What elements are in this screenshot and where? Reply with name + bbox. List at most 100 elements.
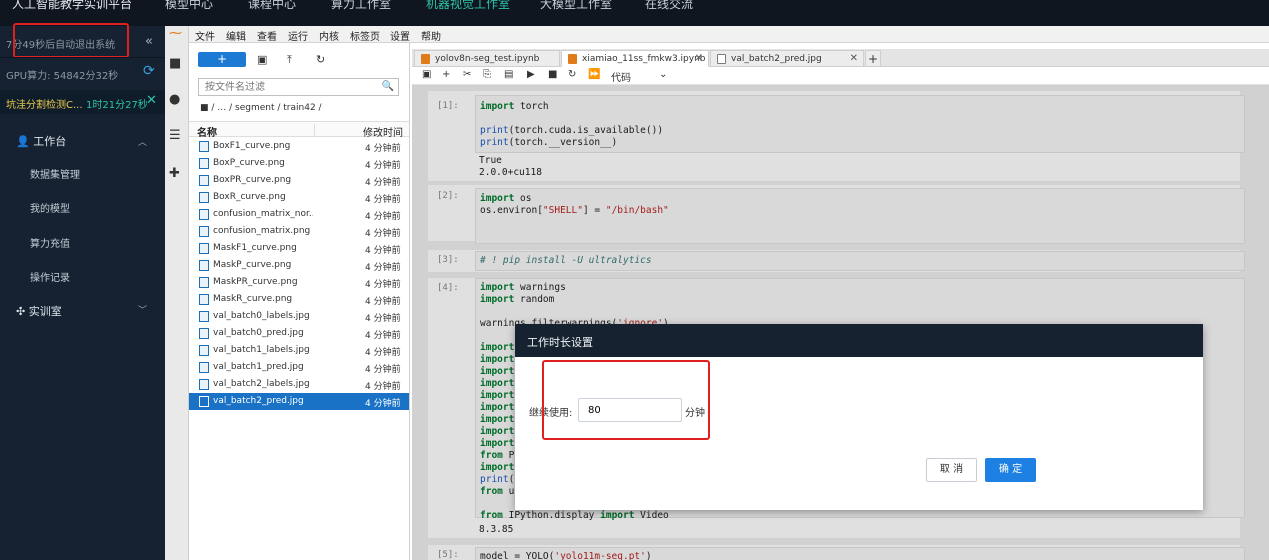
cancel-button[interactable]: 取 消 <box>926 458 977 482</box>
stop-icon[interactable]: ■ <box>548 69 557 80</box>
image-file-icon <box>199 158 209 169</box>
menu-view[interactable]: 查看 <box>257 28 277 43</box>
upload-icon[interactable]: ⤒ <box>287 53 292 67</box>
nav-compute-studio[interactable]: 算力工作室 <box>331 0 391 12</box>
menu-lab[interactable]: ✣ 实训室 <box>16 303 62 319</box>
menu-edit[interactable]: 编辑 <box>226 28 246 43</box>
file-row[interactable]: val_batch0_pred.jpg 4 分钟前 <box>189 325 409 342</box>
file-filter[interactable]: 🔍 <box>198 78 399 96</box>
file-row[interactable]: val_batch2_pred.jpg 4 分钟前 <box>189 393 409 410</box>
nav-course-center[interactable]: 课程中心 <box>248 0 296 12</box>
new-folder-icon[interactable]: ▣ <box>257 53 267 66</box>
task-time: 1时21分27秒 <box>86 100 148 111</box>
breadcrumb[interactable]: ■ / … / segment / train42 / <box>200 103 322 113</box>
new-launcher-button[interactable]: + <box>198 52 246 67</box>
file-row[interactable]: MaskP_curve.png 4 分钟前 <box>189 257 409 274</box>
image-file-icon <box>199 260 209 271</box>
collapse-sidebar-icon[interactable]: « <box>145 34 153 49</box>
folder-icon[interactable]: ■ <box>169 56 181 71</box>
file-modified: 4 分钟前 <box>365 297 401 307</box>
chevron-down-icon[interactable]: ⌄ <box>659 69 667 80</box>
restart-icon[interactable]: ↻ <box>568 69 576 80</box>
copy-icon[interactable]: ⎘ <box>483 69 491 80</box>
file-modified: 4 分钟前 <box>365 212 401 222</box>
running-task[interactable]: 坑洼分割检测C... 1时21分27秒 ✕ <box>0 90 165 114</box>
file-row[interactable]: val_batch0_labels.jpg 4 分钟前 <box>189 308 409 325</box>
file-row[interactable]: confusion_matrix_nor... 4 分钟前 <box>189 206 409 223</box>
tab-notebook-2[interactable]: xiamiao_11ss_fmkw3.ipynb ✕ <box>561 50 709 67</box>
file-row[interactable]: val_batch1_labels.jpg 4 分钟前 <box>189 342 409 359</box>
file-row[interactable]: BoxPR_curve.png 4 分钟前 <box>189 172 409 189</box>
tab-notebook-1[interactable]: yolov8n-seg_test.ipynb <box>414 50 560 67</box>
file-row[interactable]: MaskR_curve.png 4 分钟前 <box>189 291 409 308</box>
fast-forward-icon[interactable]: ⏩ <box>588 69 600 80</box>
divider <box>0 57 165 58</box>
file-filter-input[interactable] <box>199 79 379 95</box>
image-file-icon <box>199 328 209 339</box>
file-row[interactable]: BoxP_curve.png 4 分钟前 <box>189 155 409 172</box>
dialog-header: 工作时长设置 <box>515 324 1203 357</box>
refresh-files-icon[interactable]: ↻ <box>316 53 325 66</box>
jupyter-logo-icon: ⁓ <box>169 26 182 41</box>
chevron-down-icon[interactable]: ﹀ <box>138 303 147 316</box>
image-file-icon <box>199 345 209 356</box>
file-row[interactable]: BoxF1_curve.png 4 分钟前 <box>189 138 409 155</box>
nav-llm-studio[interactable]: 大模型工作室 <box>540 0 612 12</box>
search-icon: 🔍 <box>381 81 394 92</box>
nav-vision-studio[interactable]: 机器视觉工作室 <box>426 0 510 12</box>
image-file-icon <box>199 141 209 152</box>
cut-icon[interactable]: ✂ <box>463 69 471 80</box>
menu-item-my-models[interactable]: 我的模型 <box>30 200 70 215</box>
nav-online-chat[interactable]: 在线交流 <box>645 0 693 12</box>
insert-cell-icon[interactable]: + <box>442 69 450 80</box>
chevron-up-icon[interactable]: ︿ <box>138 135 147 148</box>
menu-workbench[interactable]: 👤 工作台 <box>16 133 66 149</box>
file-row[interactable]: BoxR_curve.png 4 分钟前 <box>189 189 409 206</box>
file-name: confusion_matrix.png <box>213 226 311 236</box>
file-row[interactable]: confusion_matrix.png 4 分钟前 <box>189 223 409 240</box>
file-name: BoxR_curve.png <box>213 192 286 202</box>
file-modified: 4 分钟前 <box>365 331 401 341</box>
menu-tabs[interactable]: 标签页 <box>350 28 380 43</box>
run-icon[interactable]: ▶ <box>527 69 535 80</box>
file-row[interactable]: val_batch2_labels.jpg 4 分钟前 <box>189 376 409 393</box>
menu-settings[interactable]: 设置 <box>390 28 410 43</box>
close-tab-icon[interactable]: ✕ <box>850 53 858 64</box>
extension-icon[interactable]: ✚ <box>169 166 180 181</box>
add-tab-button[interactable]: + <box>865 50 881 67</box>
close-tab-icon[interactable]: ✕ <box>695 53 703 64</box>
menu-item-recharge[interactable]: 算力充值 <box>30 235 70 250</box>
tab-image[interactable]: val_batch2_pred.jpg ✕ <box>710 50 864 67</box>
menu-file[interactable]: 文件 <box>195 28 215 43</box>
cell-type-select[interactable]: 代码 <box>611 69 631 84</box>
notebook-icon <box>421 54 430 64</box>
file-modified: 4 分钟前 <box>365 382 401 392</box>
sparkle-icon: ✣ <box>16 305 26 318</box>
refresh-icon[interactable]: ⟳ <box>143 63 155 79</box>
running-icon[interactable]: ● <box>169 92 180 107</box>
image-file-icon <box>199 294 209 305</box>
menu-kernel[interactable]: 内核 <box>319 28 339 43</box>
paste-icon[interactable]: ▤ <box>504 69 513 80</box>
close-task-icon[interactable]: ✕ <box>146 93 157 108</box>
menu-help[interactable]: 帮助 <box>421 28 441 43</box>
file-name: val_batch0_pred.jpg <box>213 328 304 338</box>
file-modified: 4 分钟前 <box>365 365 401 375</box>
menu-item-datasets[interactable]: 数据集管理 <box>30 166 80 181</box>
confirm-button[interactable]: 确 定 <box>985 458 1036 482</box>
nav-model-center[interactable]: 模型中心 <box>165 0 213 12</box>
file-modified: 4 分钟前 <box>365 195 401 205</box>
save-icon[interactable]: ▣ <box>422 69 431 80</box>
column-modified[interactable]: 修改时间 <box>363 124 403 139</box>
commands-icon[interactable]: ☰ <box>169 128 181 143</box>
menu-run[interactable]: 运行 <box>288 28 308 43</box>
tab-label: xiamiao_11ss_fmkw3.ipynb <box>582 54 706 64</box>
highlight-box-timer <box>13 23 129 58</box>
task-name: 坑洼分割检测C... <box>6 100 83 111</box>
menu-item-logs[interactable]: 操作记录 <box>30 269 70 284</box>
menu-lab-label: 实训室 <box>28 305 62 318</box>
column-name[interactable]: 名称 <box>197 124 217 139</box>
file-row[interactable]: MaskPR_curve.png 4 分钟前 <box>189 274 409 291</box>
file-row[interactable]: MaskF1_curve.png 4 分钟前 <box>189 240 409 257</box>
file-row[interactable]: val_batch1_pred.jpg 4 分钟前 <box>189 359 409 376</box>
